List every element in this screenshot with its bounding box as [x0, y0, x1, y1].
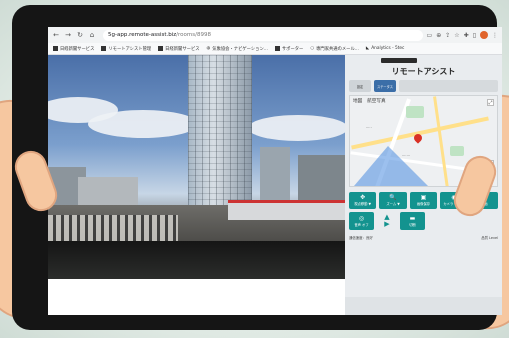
bookmarks-bar: 日経新聞サービス リモートアシスト管理 日経新聞サービス ◍ 気象協会・ナビゲーシ… — [48, 43, 502, 55]
video-building — [78, 177, 138, 207]
map-label: ····· — [366, 126, 372, 130]
panel-footer: 通信速度：良好 品質 Level — [349, 235, 498, 240]
bookmark-item[interactable]: 日経新聞サービス — [53, 46, 94, 52]
panel-tabs: 設定 ステータス — [349, 80, 498, 92]
circle-icon: ○ — [310, 46, 315, 51]
tablet-screen: ← → ↻ ⌂ 5g-app.remote-assist.biz/rooms/8… — [48, 27, 502, 315]
save-image-button[interactable]: ▣ 画像保存 — [409, 192, 438, 209]
bookmark-item[interactable]: ◍ 気象協会・ナビゲーション... — [207, 46, 268, 52]
camera-view-cone — [354, 146, 428, 186]
reload-icon[interactable]: ↻ — [76, 31, 84, 39]
url-path: /rooms/8998 — [176, 32, 211, 38]
video-roof — [228, 200, 345, 220]
forward-icon[interactable]: → — [64, 31, 72, 39]
menu-icon[interactable]: ⋮ — [492, 32, 498, 39]
app-content: リモートアシスト 設定 ステータス 地図 航空写真 ⤢ ····· ······… — [48, 55, 502, 315]
bookmark-item[interactable]: 日経新聞サービス — [158, 46, 200, 52]
map-type-tabs: 地図 航空写真 — [353, 98, 386, 104]
disconnect-button[interactable]: ▬ 切断 — [400, 212, 425, 230]
url-host: 5g-app.remote-assist.biz — [108, 32, 177, 38]
bookmark-item[interactable]: サポーター — [274, 46, 303, 52]
fullscreen-icon[interactable]: ⤢ — [487, 99, 494, 106]
arrow-right-icon[interactable]: ▶ — [384, 221, 389, 228]
camera-video-feed[interactable] — [48, 55, 345, 279]
map-tab-satellite[interactable]: 航空写真 — [367, 98, 385, 104]
sidebar-icon[interactable]: ▯ — [473, 32, 476, 39]
quality-level: 品質 Level — [481, 236, 498, 240]
bookmark-item[interactable]: ◣ Analytics - 5tec — [366, 46, 405, 51]
video-tower — [188, 55, 252, 215]
map-road — [351, 116, 489, 150]
video-cloud — [248, 115, 345, 141]
map-park — [406, 106, 424, 118]
connection-status: 通信速度：良好 — [349, 236, 373, 240]
map-tab-map[interactable]: 地図 — [353, 98, 362, 104]
bookmark-icon — [53, 46, 58, 51]
tab-settings[interactable]: 設定 — [349, 80, 371, 92]
panel-badge — [381, 58, 417, 63]
bookmark-icon — [158, 46, 164, 51]
bookmark-icon — [274, 46, 280, 51]
extension-icons: ▭ ⊕ ⇪ ☆ ✚ ▯ ⋮ — [427, 31, 498, 39]
move-view-button[interactable]: ✥ 視点移動 ▼ — [349, 192, 377, 209]
zoom-button[interactable]: 🔍 ズーム ▼ — [379, 192, 407, 209]
audio-off-button[interactable]: ◎ 音声 オフ — [349, 212, 374, 230]
browser-toolbar: ← → ↻ ⌂ 5g-app.remote-assist.biz/rooms/8… — [48, 27, 502, 43]
bookmark-item[interactable]: ○ 専門家共通のメール... — [310, 46, 359, 52]
direction-arrows[interactable]: ▲ ▶ — [377, 212, 397, 230]
puzzle-icon[interactable]: ✚ — [464, 32, 469, 39]
home-icon[interactable]: ⌂ — [88, 31, 96, 39]
cast-icon[interactable]: ▭ — [427, 32, 433, 39]
tablet-frame: ← → ↻ ⌂ 5g-app.remote-assist.biz/rooms/8… — [12, 5, 502, 330]
zoom-icon[interactable]: ⊕ — [436, 32, 441, 39]
profile-avatar[interactable] — [480, 31, 488, 39]
map-road — [433, 96, 450, 186]
bookmark-icon — [101, 46, 107, 51]
tab-status[interactable]: ステータス — [374, 80, 396, 92]
globe-icon: ◍ — [206, 46, 211, 51]
bookmark-item[interactable]: リモートアシスト管理 — [101, 46, 151, 52]
star-icon[interactable]: ☆ — [454, 32, 459, 39]
address-bar[interactable]: 5g-app.remote-assist.biz/rooms/8998 — [103, 29, 423, 41]
map-label: ······· — [402, 154, 410, 158]
status-summary — [399, 80, 498, 92]
analytics-icon: ◣ — [365, 46, 370, 51]
video-cloud — [88, 110, 198, 138]
video-building — [260, 147, 290, 207]
video-window-sill — [48, 241, 345, 279]
map-park — [450, 146, 464, 156]
below-video-strip — [48, 279, 345, 287]
back-icon[interactable]: ← — [52, 31, 60, 39]
share-icon[interactable]: ⇪ — [445, 32, 450, 39]
panel-title: リモートアシスト — [391, 67, 456, 76]
video-parking — [48, 215, 178, 241]
panel-bottom-bar — [345, 297, 502, 315]
